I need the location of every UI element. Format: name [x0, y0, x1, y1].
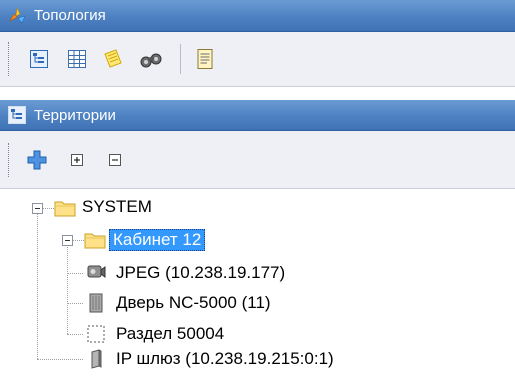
folder-icon [54, 201, 76, 217]
tree-view-icon [30, 50, 48, 68]
tree-line [73, 240, 84, 241]
grid-view-button[interactable] [64, 46, 90, 72]
notes-button[interactable] [100, 46, 126, 72]
tree-view-icon [6, 104, 28, 126]
binoculars-button[interactable] [138, 46, 164, 72]
add-button[interactable] [24, 147, 50, 173]
tree-node-system[interactable]: SYSTEM [82, 197, 152, 217]
grid-view-icon [68, 50, 86, 68]
territories-title: Территории [34, 106, 116, 124]
notes-icon [104, 49, 122, 68]
report-icon [197, 49, 213, 69]
binoculars-icon [140, 53, 162, 68]
toolbar-grip[interactable] [8, 42, 12, 76]
expand-all-icon [71, 154, 83, 166]
tree-node-door[interactable]: Дверь NC-5000 (11) [116, 293, 271, 313]
tree-line [37, 359, 83, 360]
topology-toolbar [0, 32, 515, 87]
collapse-toggle-cabinet[interactable] [62, 235, 73, 246]
topology-icon [6, 5, 28, 27]
tree-line [37, 213, 38, 359]
tree-node-camera[interactable]: JPEG (10.238.19.177) [116, 263, 285, 283]
tree-line [67, 303, 83, 304]
report-button[interactable] [192, 46, 218, 72]
gateway-icon [91, 349, 102, 369]
add-icon [27, 150, 47, 170]
territories-toolbar [0, 131, 515, 189]
tree-line [67, 245, 68, 334]
topology-title: Топология [34, 7, 106, 24]
territory-tree: SYSTEM Кабинет 12 JPEG (10.238.19.177) Д… [0, 189, 515, 381]
tree-node-partition[interactable]: Раздел 50004 [116, 324, 224, 344]
tree-line [67, 334, 83, 335]
territories-titlebar: Территории [0, 100, 515, 131]
topology-titlebar: Топология [0, 0, 515, 32]
toolbar-separator [180, 44, 181, 74]
tree-view-button[interactable] [26, 46, 52, 72]
tree-line [43, 208, 54, 209]
folder-icon [84, 233, 106, 249]
collapse-toggle-system[interactable] [32, 203, 43, 214]
collapse-all-icon [109, 154, 121, 166]
toolbar-grip[interactable] [8, 143, 12, 177]
tree-line [67, 273, 83, 274]
tree-node-cabinet[interactable]: Кабинет 12 [109, 229, 206, 251]
door-icon [89, 293, 103, 313]
partition-icon [87, 325, 105, 343]
expand-all-button[interactable] [64, 147, 90, 173]
camera-icon [87, 265, 106, 278]
collapse-all-button[interactable] [102, 147, 128, 173]
tree-node-gateway[interactable]: IP шлюз (10.238.19.215:0:1) [116, 349, 334, 369]
